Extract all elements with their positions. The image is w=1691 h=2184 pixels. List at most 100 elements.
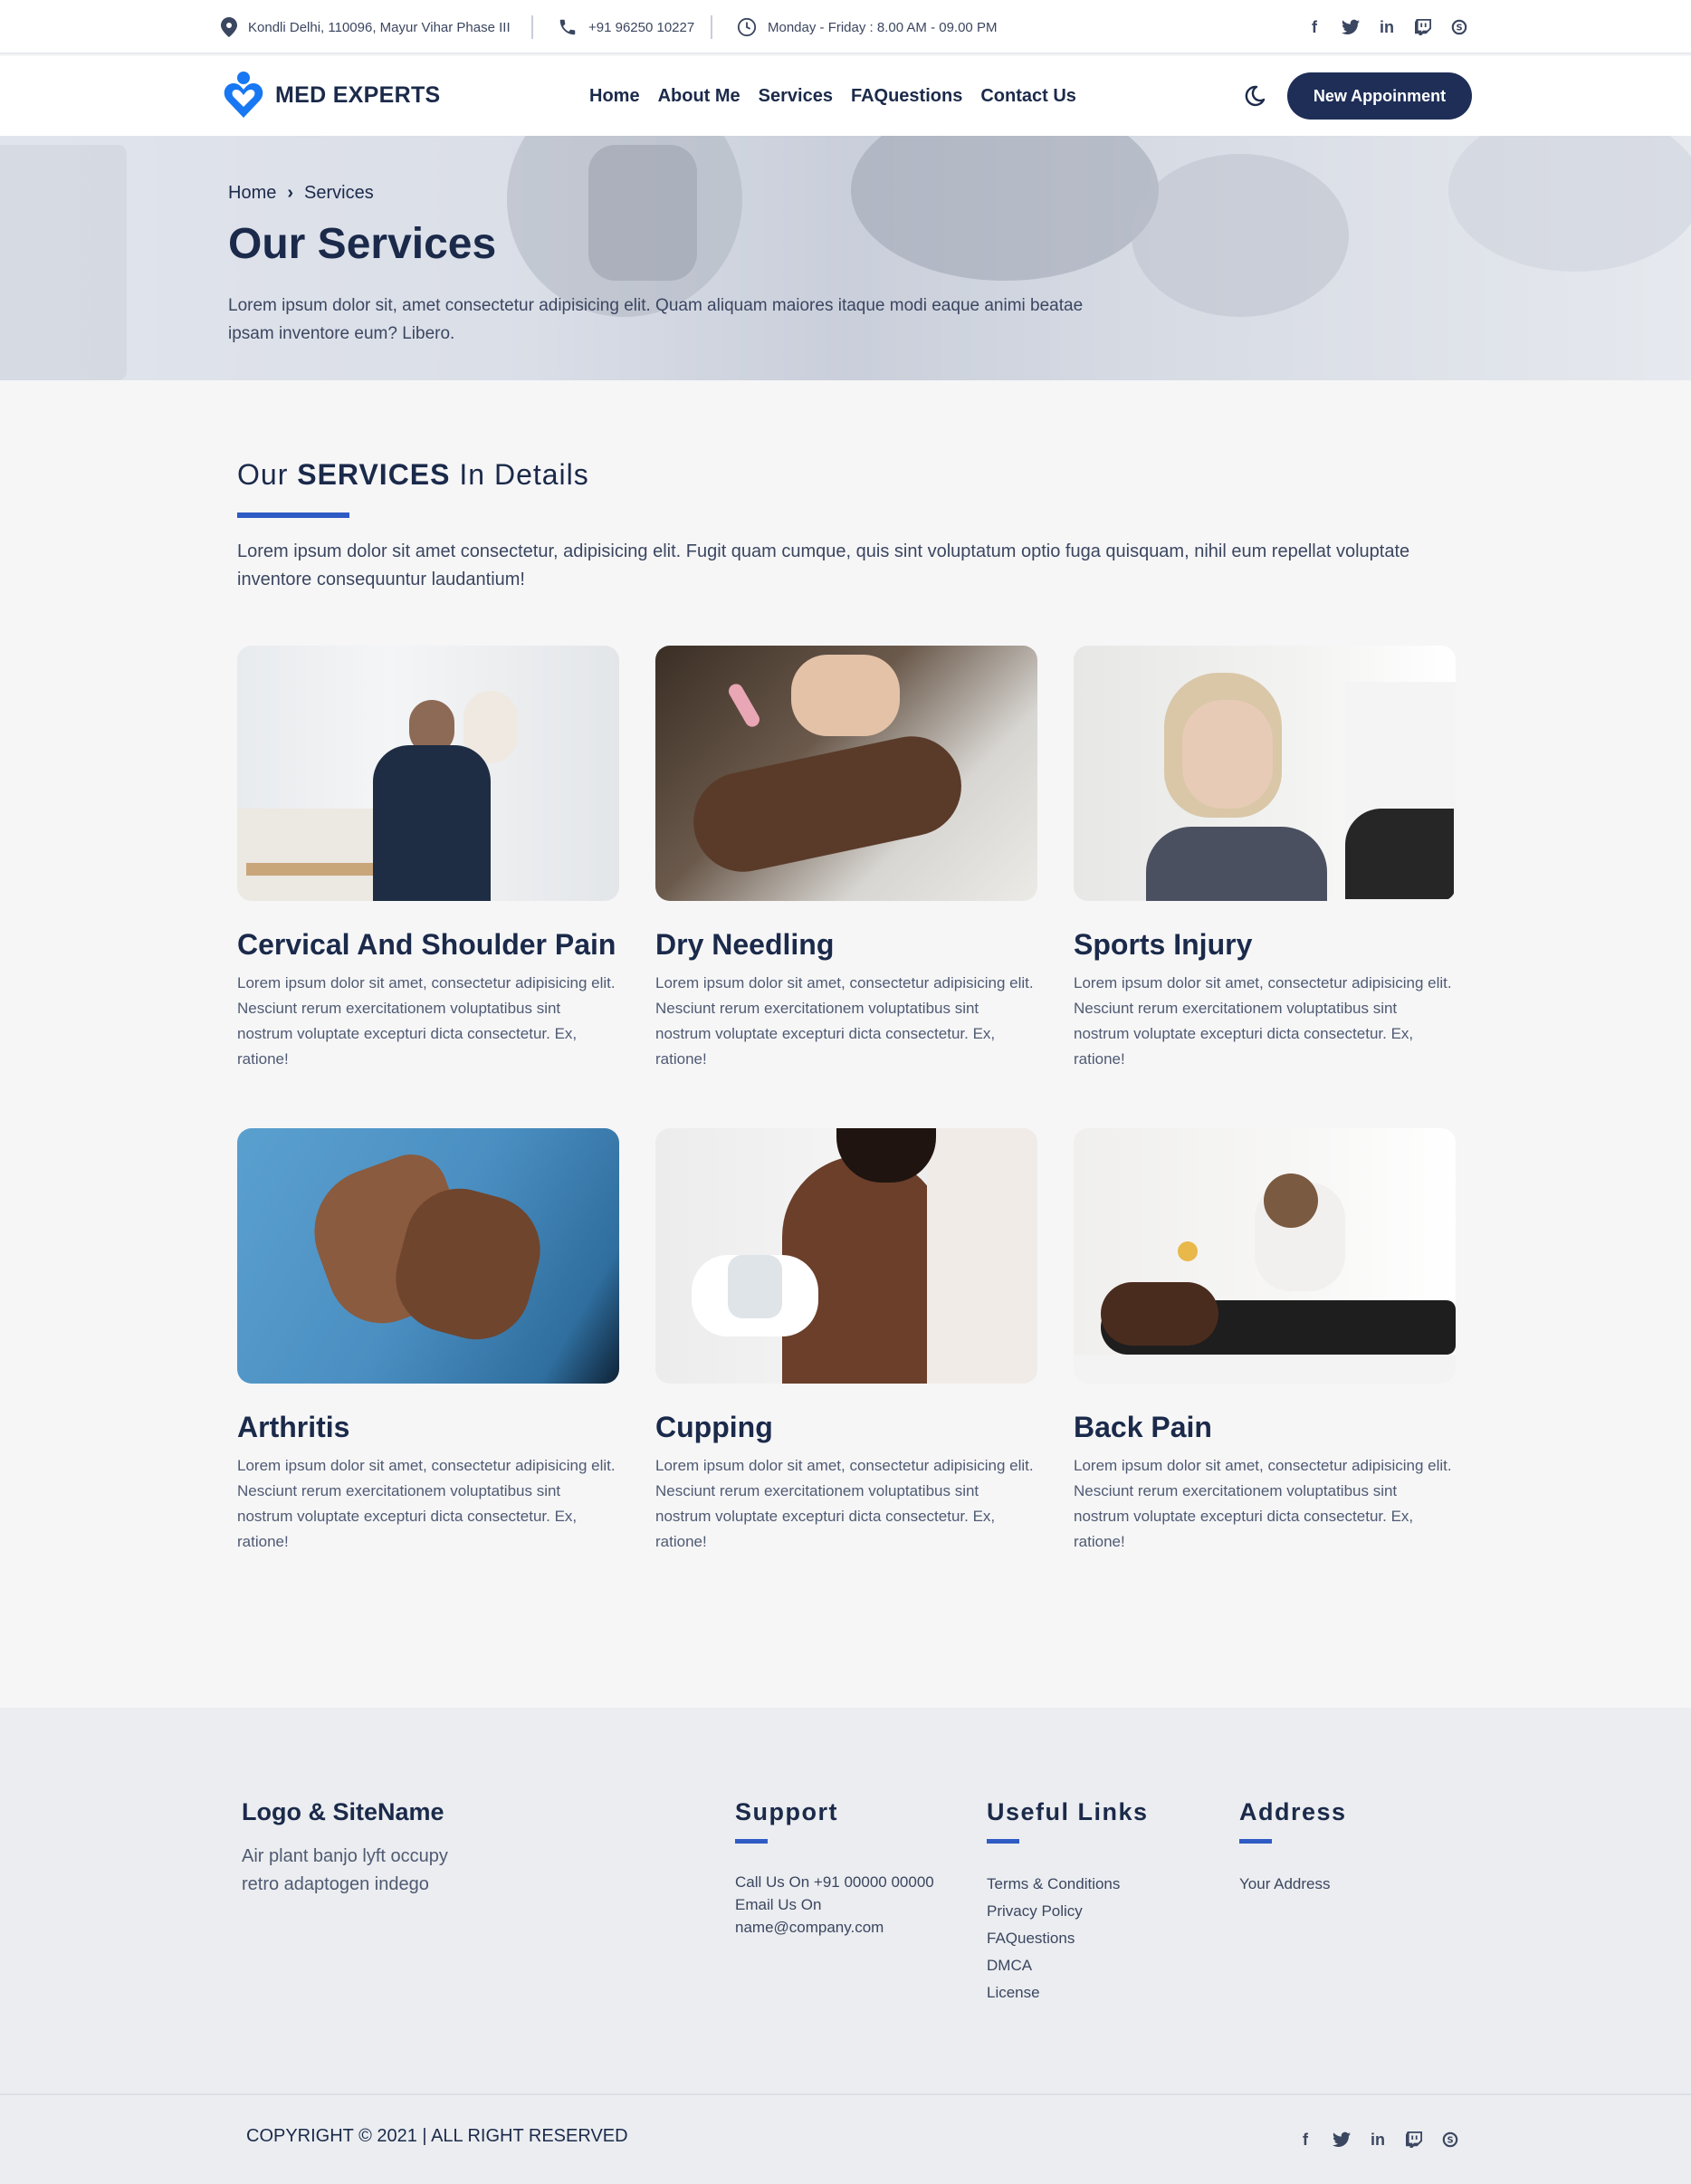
- twitch-icon[interactable]: [1403, 2129, 1425, 2150]
- hours-text: Monday - Friday : 8.00 AM - 09.00 PM: [768, 19, 998, 35]
- phone-text: +91 96250 10227: [588, 19, 695, 35]
- linkedin-icon[interactable]: in: [1367, 2129, 1389, 2150]
- dark-mode-moon-icon[interactable]: [1240, 81, 1267, 109]
- service-image: [655, 646, 1037, 901]
- service-title: Dry Needling: [655, 928, 835, 961]
- hours-info: Monday - Friday : 8.00 AM - 09.00 PM: [737, 0, 997, 54]
- nav-link-home[interactable]: Home: [589, 86, 640, 107]
- service-card[interactable]: Sports Injury Lorem ipsum dolor sit amet…: [1074, 646, 1456, 1072]
- facebook-icon[interactable]: f: [1295, 2129, 1316, 2150]
- skype-icon[interactable]: S: [1448, 16, 1470, 38]
- nav-link-faq[interactable]: FAQuestions: [851, 86, 962, 107]
- image-shape: [1101, 1282, 1218, 1346]
- heading-underline: [735, 1839, 768, 1844]
- service-text: Lorem ipsum dolor sit amet, consectetur …: [1074, 974, 1452, 1068]
- service-image: [237, 646, 619, 901]
- top-social-links: f in S: [1304, 16, 1470, 38]
- facebook-icon[interactable]: f: [1304, 16, 1325, 38]
- services-description: Lorem ipsum dolor sit amet consectetur, …: [237, 541, 1410, 589]
- footer-logo-text: Air plant banjo lyft occupy retro adapto…: [242, 1846, 448, 1894]
- footer-link-dmca[interactable]: DMCA: [987, 1952, 1149, 1979]
- location-pin-icon: [221, 17, 237, 37]
- image-shape: [373, 745, 491, 901]
- footer-heading: Address: [1239, 1798, 1347, 1825]
- new-appointment-button[interactable]: New Appoinment: [1287, 72, 1472, 120]
- service-title: Back Pain: [1074, 1411, 1212, 1443]
- nav-menu: Home About Me Services FAQuestions Conta…: [589, 56, 1094, 136]
- twitter-icon[interactable]: [1331, 2129, 1352, 2150]
- service-image: [1074, 1128, 1456, 1384]
- image-shape: [1182, 700, 1273, 809]
- main-navbar: MED EXPERTS Home About Me Services FAQue…: [0, 56, 1691, 136]
- breadcrumb-home[interactable]: Home: [228, 183, 276, 204]
- breadcrumb-current: Services: [304, 183, 374, 203]
- service-title: Sports Injury: [1074, 928, 1253, 961]
- service-card[interactable]: Cervical And Shoulder Pain Lorem ipsum d…: [237, 646, 619, 1072]
- service-title: Cervical And Shoulder Pain: [237, 928, 616, 961]
- image-shape: [927, 1128, 1037, 1384]
- service-text: Lorem ipsum dolor sit amet, consectetur …: [655, 1457, 1034, 1550]
- footer-about-column: Logo & SiteName Air plant banjo lyft occ…: [242, 1798, 477, 1899]
- linkedin-icon[interactable]: in: [1376, 16, 1398, 38]
- clock-icon: [737, 17, 757, 37]
- service-text: Lorem ipsum dolor sit amet, consectetur …: [1074, 1457, 1452, 1550]
- hero-description: Lorem ipsum dolor sit, amet consectetur …: [228, 296, 1084, 343]
- footer-support-column: Support Call Us On +91 00000 00000 Email…: [735, 1798, 934, 1939]
- nav-link-services[interactable]: Services: [759, 86, 833, 107]
- image-shape: [683, 727, 971, 881]
- support-email[interactable]: name@company.com: [735, 1916, 934, 1939]
- divider: [711, 15, 712, 39]
- title-underline: [237, 512, 349, 518]
- footer-logo-title: Logo & SiteName: [242, 1798, 444, 1825]
- site-logo[interactable]: MED EXPERTS: [223, 71, 441, 120]
- svg-text:S: S: [1456, 24, 1462, 34]
- address-info: Kondli Delhi, 110096, Mayur Vihar Phase …: [221, 0, 511, 54]
- address-list: Your Address: [1239, 1871, 1347, 1898]
- useful-links-list: Terms & Conditions Privacy Policy FAQues…: [987, 1871, 1149, 2007]
- service-title: Cupping: [655, 1411, 773, 1443]
- service-text: Lorem ipsum dolor sit amet, consectetur …: [237, 974, 616, 1068]
- service-text: Lorem ipsum dolor sit amet, consectetur …: [237, 1457, 616, 1550]
- nav-link-about[interactable]: About Me: [658, 86, 740, 107]
- title-bold-part: SERVICES: [297, 458, 451, 491]
- svg-text:S: S: [1447, 2136, 1453, 2146]
- service-card[interactable]: Cupping Lorem ipsum dolor sit amet, cons…: [655, 1128, 1037, 1555]
- logo-text: MED EXPERTS: [275, 81, 441, 108]
- service-card[interactable]: Back Pain Lorem ipsum dolor sit amet, co…: [1074, 1128, 1456, 1555]
- service-card[interactable]: Arthritis Lorem ipsum dolor sit amet, co…: [237, 1128, 619, 1555]
- footer-links-column: Useful Links Terms & Conditions Privacy …: [987, 1798, 1149, 2007]
- image-shape: [726, 681, 762, 730]
- twitch-icon[interactable]: [1412, 16, 1434, 38]
- address-text: Kondli Delhi, 110096, Mayur Vihar Phase …: [248, 19, 511, 35]
- twitter-icon[interactable]: [1340, 16, 1361, 38]
- service-image: [655, 1128, 1037, 1384]
- title-part: In Details: [450, 458, 589, 491]
- footer-link-faq[interactable]: FAQuestions: [987, 1925, 1149, 1952]
- footer-link-license[interactable]: License: [987, 1979, 1149, 2007]
- phone-icon: [559, 19, 576, 35]
- footer-divider: [0, 2093, 1691, 2095]
- support-email-label: Email Us On: [735, 1896, 822, 1913]
- breadcrumb: Home › Services: [228, 183, 374, 204]
- service-title: Arthritis: [237, 1411, 350, 1443]
- image-shape: [1074, 1355, 1456, 1384]
- nav-link-contact[interactable]: Contact Us: [980, 86, 1076, 107]
- skype-icon[interactable]: S: [1439, 2129, 1461, 2150]
- support-list: Call Us On +91 00000 00000 Email Us On n…: [735, 1871, 934, 1939]
- site-footer: [0, 1708, 1691, 2184]
- top-info-bar: Kondli Delhi, 110096, Mayur Vihar Phase …: [0, 0, 1691, 54]
- footer-link-terms[interactable]: Terms & Conditions: [987, 1871, 1149, 1898]
- image-shape: [1345, 809, 1454, 899]
- service-card[interactable]: Dry Needling Lorem ipsum dolor sit amet,…: [655, 646, 1037, 1072]
- support-call[interactable]: Call Us On +91 00000 00000: [735, 1871, 934, 1893]
- chevron-right-icon: ›: [287, 183, 294, 203]
- footer-link-privacy[interactable]: Privacy Policy: [987, 1898, 1149, 1925]
- footer-address-column: Address Your Address: [1239, 1798, 1347, 1898]
- image-shape: [1264, 1173, 1318, 1228]
- footer-heading: Support: [735, 1798, 838, 1825]
- heading-underline: [987, 1839, 1019, 1844]
- image-shape: [791, 655, 900, 736]
- heart-person-logo-icon: [224, 72, 263, 118]
- service-image: [1074, 646, 1456, 901]
- heading-underline: [1239, 1839, 1272, 1844]
